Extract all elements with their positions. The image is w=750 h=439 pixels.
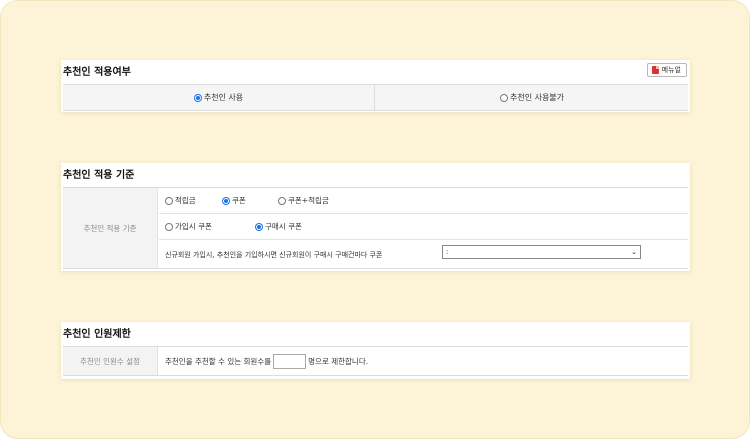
criteria-row-label: 추천인 적용 기준 [63, 188, 158, 268]
radio-label-use: 추천인 사용 [203, 93, 244, 102]
pdf-icon [651, 66, 659, 74]
radio-label-points: 적립금 [175, 196, 196, 205]
limit-row-label: 추천인 인원수 설정 [63, 347, 158, 375]
referrer-limit-panel: 추천인 인원제한 추천인 인원수 설정 추천인을 추천할 수 있는 회원수를 명… [61, 322, 690, 379]
referrer-usage-panel: 추천인 적용여부 메뉴얼 추천인 사용 추천인 사용불가 [61, 60, 690, 112]
panel-title-limit: 추천인 인원제한 [63, 329, 131, 340]
radio-dot [165, 222, 173, 231]
panel-title-criteria: 추천인 적용 기준 [63, 170, 135, 181]
manual-button[interactable]: 메뉴얼 [646, 63, 687, 77]
limit-text-after: 명으로 제한합니다. [308, 356, 369, 366]
radio-label-nouse: 추천인 사용불가 [509, 93, 565, 102]
radio-dot-selected [255, 222, 263, 231]
radio-referrer-use[interactable]: 추천인 사용 [193, 92, 244, 103]
panel-title-usage: 추천인 적용여부 [63, 67, 131, 78]
usage-row: 추천인 사용 추천인 사용불가 [63, 84, 688, 111]
limit-count-input[interactable] [273, 353, 307, 369]
criteria-row-timing: 가입시 쿠폰 구매시 쿠폰 [159, 214, 688, 240]
coupon-select[interactable]: : ⌄ [442, 245, 641, 259]
referrer-criteria-panel: 추천인 적용 기준 추천인 적용 기준 적립금 쿠폰 쿠폰+적립금 가입시 쿠폰 [61, 163, 690, 271]
criteria-row-coupon: 신규회원 가입시, 추천인을 기입하시면 신규회원이 구매시 구매건마다 쿠폰 … [159, 240, 688, 269]
radio-timing-signup[interactable]: 가입시 쿠폰 [165, 221, 255, 232]
radio-dot [165, 196, 173, 205]
radio-dot [278, 196, 286, 205]
limit-row-content: 추천인을 추천할 수 있는 회원수를 명으로 제한합니다. [159, 347, 688, 375]
radio-reward-points[interactable]: 적립금 [165, 195, 222, 206]
chevron-down-icon: ⌄ [631, 248, 637, 256]
radio-reward-coupon[interactable]: 쿠폰 [222, 195, 278, 206]
radio-reward-coupon-points[interactable]: 쿠폰+적립금 [278, 195, 329, 206]
radio-dot [499, 93, 508, 102]
radio-timing-purchase[interactable]: 구매시 쿠폰 [255, 221, 302, 232]
manual-button-label: 메뉴얼 [661, 66, 681, 74]
limit-text-before: 추천인을 추천할 수 있는 회원수를 [165, 356, 272, 366]
usage-option-cell-use: 추천인 사용 [63, 85, 375, 110]
usage-option-cell-nouse: 추천인 사용불가 [376, 85, 688, 110]
criteria-row-reward: 적립금 쿠폰 쿠폰+적립금 [159, 188, 688, 214]
limit-table: 추천인 인원수 설정 추천인을 추천할 수 있는 회원수를 명으로 제한합니다. [63, 346, 688, 376]
radio-label-signup: 가입시 쿠폰 [175, 222, 212, 231]
criteria-table: 추천인 적용 기준 적립금 쿠폰 쿠폰+적립금 가입시 쿠폰 구매시 쿠폰 신규… [63, 187, 688, 269]
radio-dot-selected [193, 93, 202, 102]
coupon-sentence: 신규회원 가입시, 추천인을 기입하시면 신규회원이 구매시 구매건마다 쿠폰 [165, 250, 383, 259]
radio-label-coupon-points: 쿠폰+적립금 [288, 196, 329, 205]
radio-label-purchase: 구매시 쿠폰 [265, 222, 302, 231]
coupon-select-value: : [446, 248, 449, 256]
radio-referrer-nouse[interactable]: 추천인 사용불가 [499, 92, 565, 103]
radio-label-coupon: 쿠폰 [232, 196, 246, 205]
radio-dot-selected [222, 196, 230, 205]
